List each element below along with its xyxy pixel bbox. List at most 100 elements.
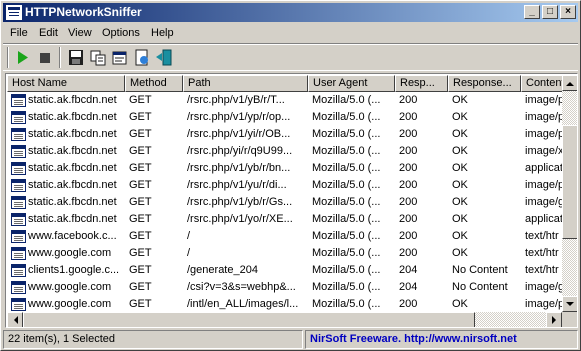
title-bar[interactable]: HTTPNetworkSniffer _ □ × xyxy=(3,3,578,22)
play-icon xyxy=(18,51,28,64)
status-item-count: 22 item(s), 1 Selected xyxy=(3,330,303,349)
exit-button[interactable] xyxy=(154,48,174,67)
copy-button[interactable] xyxy=(88,48,108,67)
cell-path: / xyxy=(187,230,191,242)
column-header-path[interactable]: Path xyxy=(183,75,308,92)
requests-table[interactable]: Host Name Method Path User Agent Resp...… xyxy=(5,73,578,328)
cell-method: GET xyxy=(129,111,152,123)
cell-response-code: 200 xyxy=(399,94,418,106)
cell-method: GET xyxy=(129,162,152,174)
table-row[interactable]: static.ak.fbcdn.net GET/rsrc.php/v1/yb/r/… xyxy=(7,160,562,177)
column-header-response-code[interactable]: Resp... xyxy=(395,75,448,92)
table-header: Host Name Method Path User Agent Resp...… xyxy=(7,75,562,92)
stop-icon xyxy=(40,53,50,63)
table-row[interactable]: clients1.google.c... GET/generate_204 Mozi… xyxy=(7,262,562,279)
column-header-method[interactable]: Method xyxy=(125,75,183,92)
cell-user-agent: Mozilla/5.0 (... xyxy=(312,281,381,293)
column-header-response-string[interactable]: Response... xyxy=(448,75,521,92)
table-row[interactable]: www.google.com GET / Mozilla/5.0 (... 200 OK t… xyxy=(7,245,562,262)
cell-host-name: static.ak.fbcdn.net xyxy=(28,128,117,140)
cell-method: GET xyxy=(129,264,152,276)
menu-options[interactable]: Options xyxy=(102,26,140,40)
copy-icon xyxy=(90,50,106,66)
cell-content-type: applicat xyxy=(525,213,562,225)
stop-capture-button[interactable] xyxy=(35,48,55,67)
close-button[interactable]: × xyxy=(560,5,576,19)
cell-response-string: OK xyxy=(452,230,468,242)
menu-view[interactable]: View xyxy=(68,26,92,40)
table-row[interactable]: static.ak.fbcdn.net GET/rsrc.php/v1/yo/r/… xyxy=(7,211,562,228)
table-row[interactable]: static.ak.fbcdn.net GET/rsrc.php/v1/yu/r/… xyxy=(7,177,562,194)
window-title: HTTPNetworkSniffer xyxy=(25,5,142,19)
save-button[interactable] xyxy=(66,48,86,67)
vertical-scroll-thumb[interactable] xyxy=(562,125,577,239)
arrow-right-icon xyxy=(552,316,560,324)
cell-content-type: image/x xyxy=(525,145,562,157)
cell-content-type: text/htr xyxy=(525,264,559,276)
cell-method: GET xyxy=(129,179,152,191)
cell-user-agent: Mozilla/5.0 (... xyxy=(312,145,381,157)
cell-response-string: OK xyxy=(452,247,468,259)
column-header-host-name[interactable]: Host Name xyxy=(7,75,125,92)
cell-response-code: 200 xyxy=(399,247,418,259)
cell-user-agent: Mozilla/5.0 (... xyxy=(312,213,381,225)
app-icon xyxy=(6,5,22,20)
exit-icon xyxy=(156,49,172,66)
table-row[interactable]: static.ak.fbcdn.net GET/rsrc.php/v1/yb/r/… xyxy=(7,194,562,211)
cell-content-type: text/htr xyxy=(525,247,559,259)
cell-user-agent: Mozilla/5.0 (... xyxy=(312,230,381,242)
cell-response-code: 200 xyxy=(399,162,418,174)
cell-path: /csi?v=3&s=webhp&... xyxy=(187,281,296,293)
cell-user-agent: Mozilla/5.0 (... xyxy=(312,264,381,276)
cell-path: /rsrc.php/v1/yo/r/XE... xyxy=(187,213,293,225)
toolbar xyxy=(3,43,578,71)
table-row[interactable]: static.ak.fbcdn.net GET/rsrc.php/v1/yi/r/… xyxy=(7,126,562,143)
cell-host-name: static.ak.fbcdn.net xyxy=(28,213,117,225)
menu-file[interactable]: File xyxy=(10,26,28,40)
maximize-button[interactable]: □ xyxy=(542,5,558,19)
table-row[interactable]: static.ak.fbcdn.net GET/rsrc.php/v1/yB/r/… xyxy=(7,92,562,109)
scroll-left-button[interactable] xyxy=(7,312,23,327)
table-row[interactable]: www.facebook.c... GET / Mozilla/5.0 (... 200… xyxy=(7,228,562,245)
cell-path: /rsrc.php/v1/yu/r/di... xyxy=(187,179,287,191)
horizontal-scroll-thumb[interactable] xyxy=(23,312,475,327)
cell-response-code: 200 xyxy=(399,298,418,310)
cell-content-type: image/g xyxy=(525,196,562,208)
cell-response-code: 200 xyxy=(399,128,418,140)
properties-button[interactable] xyxy=(110,48,130,67)
horizontal-scrollbar[interactable] xyxy=(7,312,562,327)
cell-host-name: www.google.com xyxy=(28,298,112,310)
menu-edit[interactable]: Edit xyxy=(39,26,58,40)
nirsoft-link[interactable]: NirSoft Freeware. http://www.nirsoft.net xyxy=(305,330,578,349)
cell-path: /rsrc.php/v1/yb/r/Gs... xyxy=(187,196,293,208)
table-row[interactable]: www.google.com GET/csi?v=3&s=webhp&... Moz… xyxy=(7,279,562,296)
html-report-button[interactable] xyxy=(132,48,152,67)
table-row[interactable]: static.ak.fbcdn.net GET/rsrc.php/v1/yp/r/… xyxy=(7,109,562,126)
cell-response-string: OK xyxy=(452,128,468,140)
vertical-scrollbar[interactable] xyxy=(562,75,577,312)
table-row[interactable]: static.ak.fbcdn.net GET/rsrc.php/yi/r/q9U… xyxy=(7,143,562,160)
cell-host-name: static.ak.fbcdn.net xyxy=(28,179,117,191)
cell-user-agent: Mozilla/5.0 (... xyxy=(312,94,381,106)
scroll-down-button[interactable] xyxy=(562,296,577,312)
start-capture-button[interactable] xyxy=(13,48,33,67)
scroll-up-button[interactable] xyxy=(562,75,577,91)
column-header-user-agent[interactable]: User Agent xyxy=(308,75,395,92)
cell-method: GET xyxy=(129,230,152,242)
cell-path: /intl/en_ALL/images/l... xyxy=(187,298,299,310)
cell-method: GET xyxy=(129,94,152,106)
menu-help[interactable]: Help xyxy=(151,26,174,40)
toolbar-grip xyxy=(7,47,9,68)
floppy-disk-icon xyxy=(69,50,83,65)
cell-user-agent: Mozilla/5.0 (... xyxy=(312,298,381,310)
cell-response-string: OK xyxy=(452,94,468,106)
column-header-content-type[interactable]: Content xyxy=(521,75,562,92)
cell-response-string: OK xyxy=(452,213,468,225)
scroll-right-button[interactable] xyxy=(546,312,562,327)
cell-path: / xyxy=(187,247,191,259)
minimize-button[interactable]: _ xyxy=(524,5,540,19)
cell-method: GET xyxy=(129,298,152,310)
cell-host-name: static.ak.fbcdn.net xyxy=(28,94,117,106)
cell-host-name: static.ak.fbcdn.net xyxy=(28,196,117,208)
table-row[interactable]: www.google.com GET/intl/en_ALL/images/l..… xyxy=(7,296,562,312)
